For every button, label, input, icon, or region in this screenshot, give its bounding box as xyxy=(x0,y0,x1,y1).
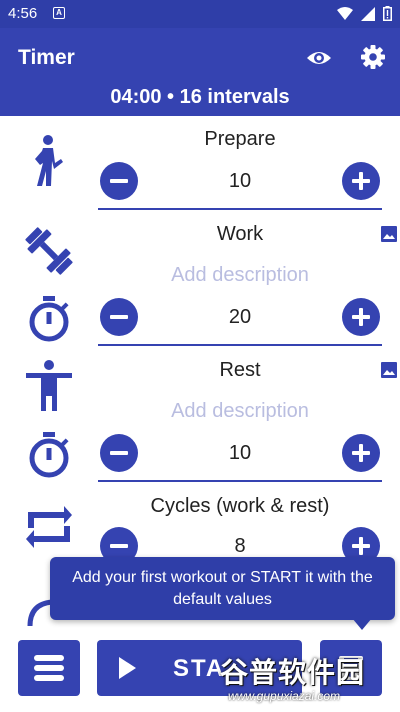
standing-person-icon xyxy=(26,360,72,411)
status-bar: 4:56 A xyxy=(0,0,400,28)
eye-icon[interactable] xyxy=(305,46,333,70)
watermark-url: www.gupuxiazai.com xyxy=(228,689,341,703)
dumbbell-icon xyxy=(25,227,73,275)
app-bar: Timer 04:00 • 16 intervals xyxy=(0,28,400,116)
prepare-stepper: 10 xyxy=(98,162,382,202)
battery-icon xyxy=(383,6,392,21)
walking-person-icon xyxy=(35,135,63,186)
work-decrease-button[interactable] xyxy=(100,298,138,336)
signal-icon xyxy=(361,6,375,21)
rest-stepper: 10 xyxy=(98,434,382,474)
watermark-text: 谷普软件园 xyxy=(220,657,366,688)
status-time: 4:56 xyxy=(8,5,38,22)
list-icon xyxy=(34,655,64,681)
prepare-value[interactable]: 10 xyxy=(158,170,322,193)
system-icons xyxy=(337,6,392,21)
work-stepper: 20 xyxy=(98,298,382,338)
section-title-work: Work xyxy=(216,223,264,245)
app-title: Timer xyxy=(18,46,75,69)
work-description-input[interactable]: Add description xyxy=(98,264,382,287)
rest-decrease-button[interactable] xyxy=(100,434,138,472)
start-label: STA xyxy=(173,655,226,682)
image-icon[interactable] xyxy=(380,225,398,243)
onboarding-tooltip[interactable]: Add your first workout or START it with … xyxy=(50,557,395,620)
gear-icon[interactable] xyxy=(360,44,386,70)
workouts-menu-button[interactable] xyxy=(18,640,80,696)
stopwatch-icon xyxy=(29,296,69,342)
section-title-rest: Rest xyxy=(219,359,261,381)
work-increase-button[interactable] xyxy=(342,298,380,336)
rest-increase-button[interactable] xyxy=(342,434,380,472)
section-title-cycles: Cycles (work & rest) xyxy=(150,495,330,517)
workout-summary: 04:00 • 16 intervals xyxy=(110,86,290,108)
image-icon[interactable] xyxy=(380,361,398,379)
wifi-icon xyxy=(337,6,353,20)
cycles-value[interactable]: 8 xyxy=(158,535,322,558)
rest-value[interactable]: 10 xyxy=(158,442,322,465)
tooltip-arrow xyxy=(352,618,372,630)
watermark: 谷普软件园 www.gupuxiazai.com xyxy=(220,651,398,707)
divider xyxy=(98,208,382,210)
prepare-decrease-button[interactable] xyxy=(100,162,138,200)
work-value[interactable]: 20 xyxy=(158,306,322,329)
section-title-prepare: Prepare xyxy=(204,128,276,150)
rest-description-input[interactable]: Add description xyxy=(98,400,382,423)
divider xyxy=(98,344,382,346)
stopwatch-icon xyxy=(29,432,69,478)
divider xyxy=(98,480,382,482)
notification-icon: A xyxy=(53,7,65,19)
repeat-icon xyxy=(26,506,72,548)
play-icon xyxy=(119,657,136,679)
prepare-increase-button[interactable] xyxy=(342,162,380,200)
